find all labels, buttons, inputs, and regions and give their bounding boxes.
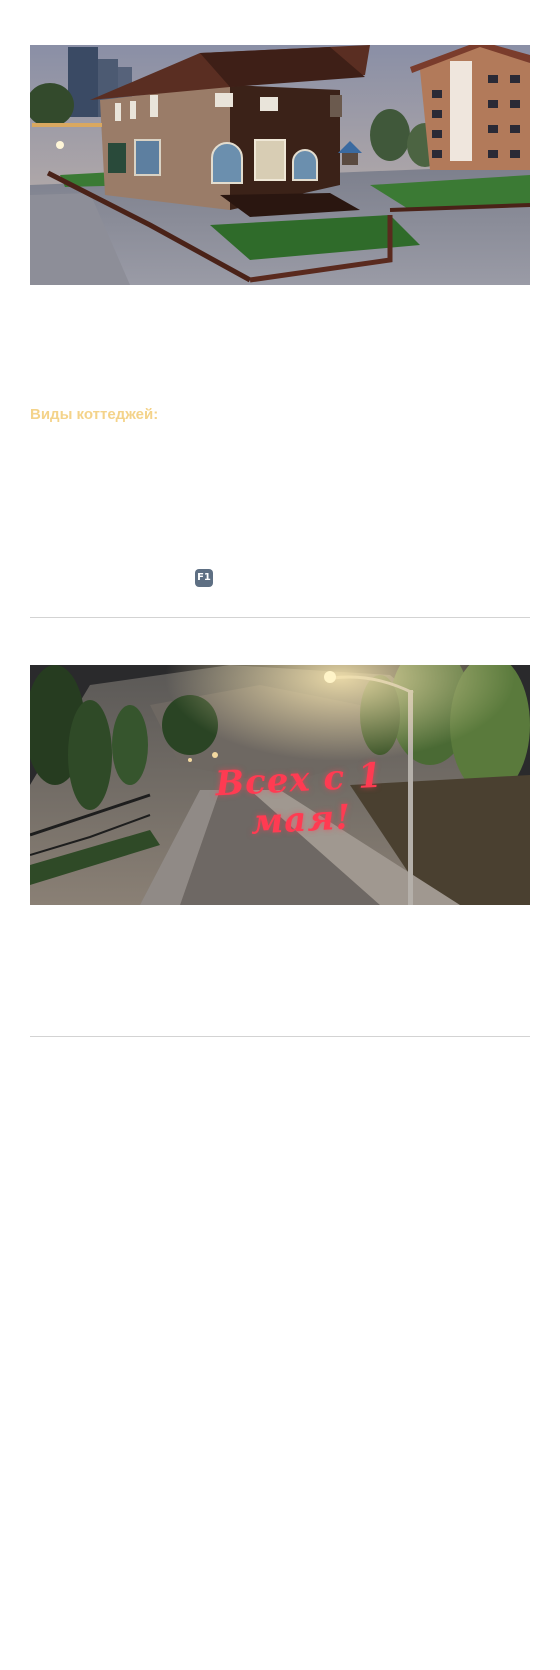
post-divider-2 bbox=[30, 1036, 530, 1037]
cottage-scene-svg bbox=[30, 45, 530, 285]
post1-body-faint bbox=[30, 320, 530, 380]
post2-body-faint bbox=[30, 920, 530, 1000]
f1-key-badge: F1 bbox=[195, 569, 213, 587]
night-road-scene-image: Всех с 1 мая! bbox=[30, 665, 530, 905]
cottage-types-heading: Виды коттеджей: bbox=[30, 406, 159, 423]
may-day-greeting-text: Всех с 1 мая! bbox=[214, 755, 384, 843]
post-cottages bbox=[30, 45, 530, 285]
post-may-day: Всех с 1 мая! bbox=[30, 665, 530, 905]
cottage-types-list-faint bbox=[30, 440, 530, 550]
post-divider bbox=[30, 617, 530, 618]
cottage-scene-image bbox=[30, 45, 530, 285]
